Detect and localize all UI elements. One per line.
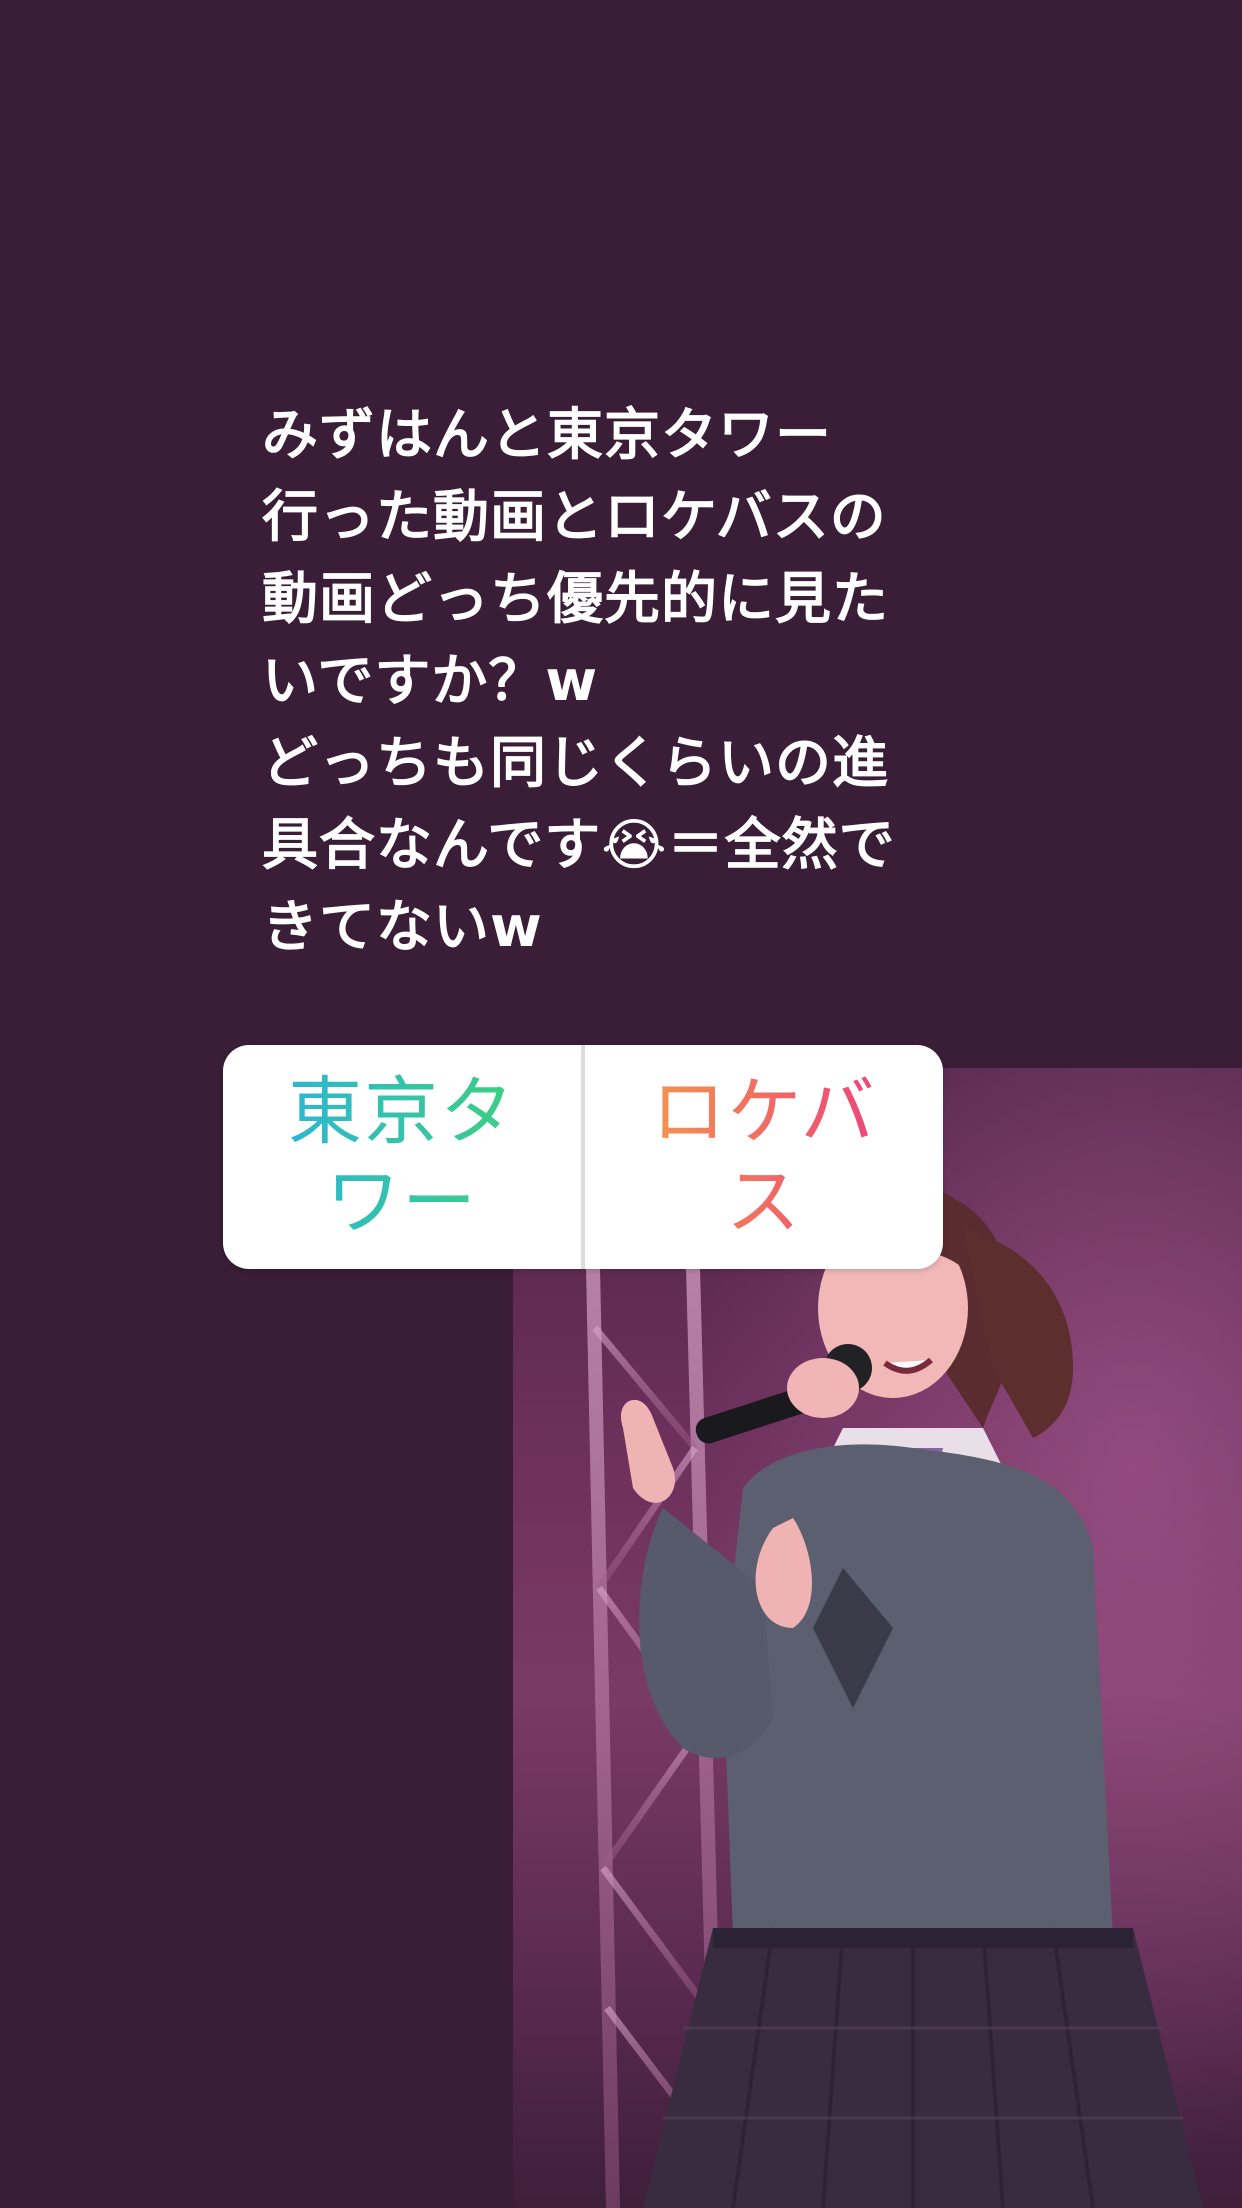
poll-sticker[interactable]: 東京タワー ロケバス — [223, 1045, 943, 1269]
story-caption: みずはんと東京タワー 行った動画とロケバスの 動画どっち優先的に見た いですか？… — [262, 403, 896, 960]
poll-option-b-label: ロケバス — [634, 1067, 894, 1247]
poll-option-location-bus[interactable]: ロケバス — [585, 1045, 943, 1269]
poll-option-a-label: 東京タワー — [272, 1067, 532, 1247]
story-background: みずはんと東京タワー 行った動画とロケバスの 動画どっち優先的に見た いですか？… — [0, 0, 1242, 2208]
poll-option-tokyo-tower[interactable]: 東京タワー — [223, 1045, 581, 1269]
